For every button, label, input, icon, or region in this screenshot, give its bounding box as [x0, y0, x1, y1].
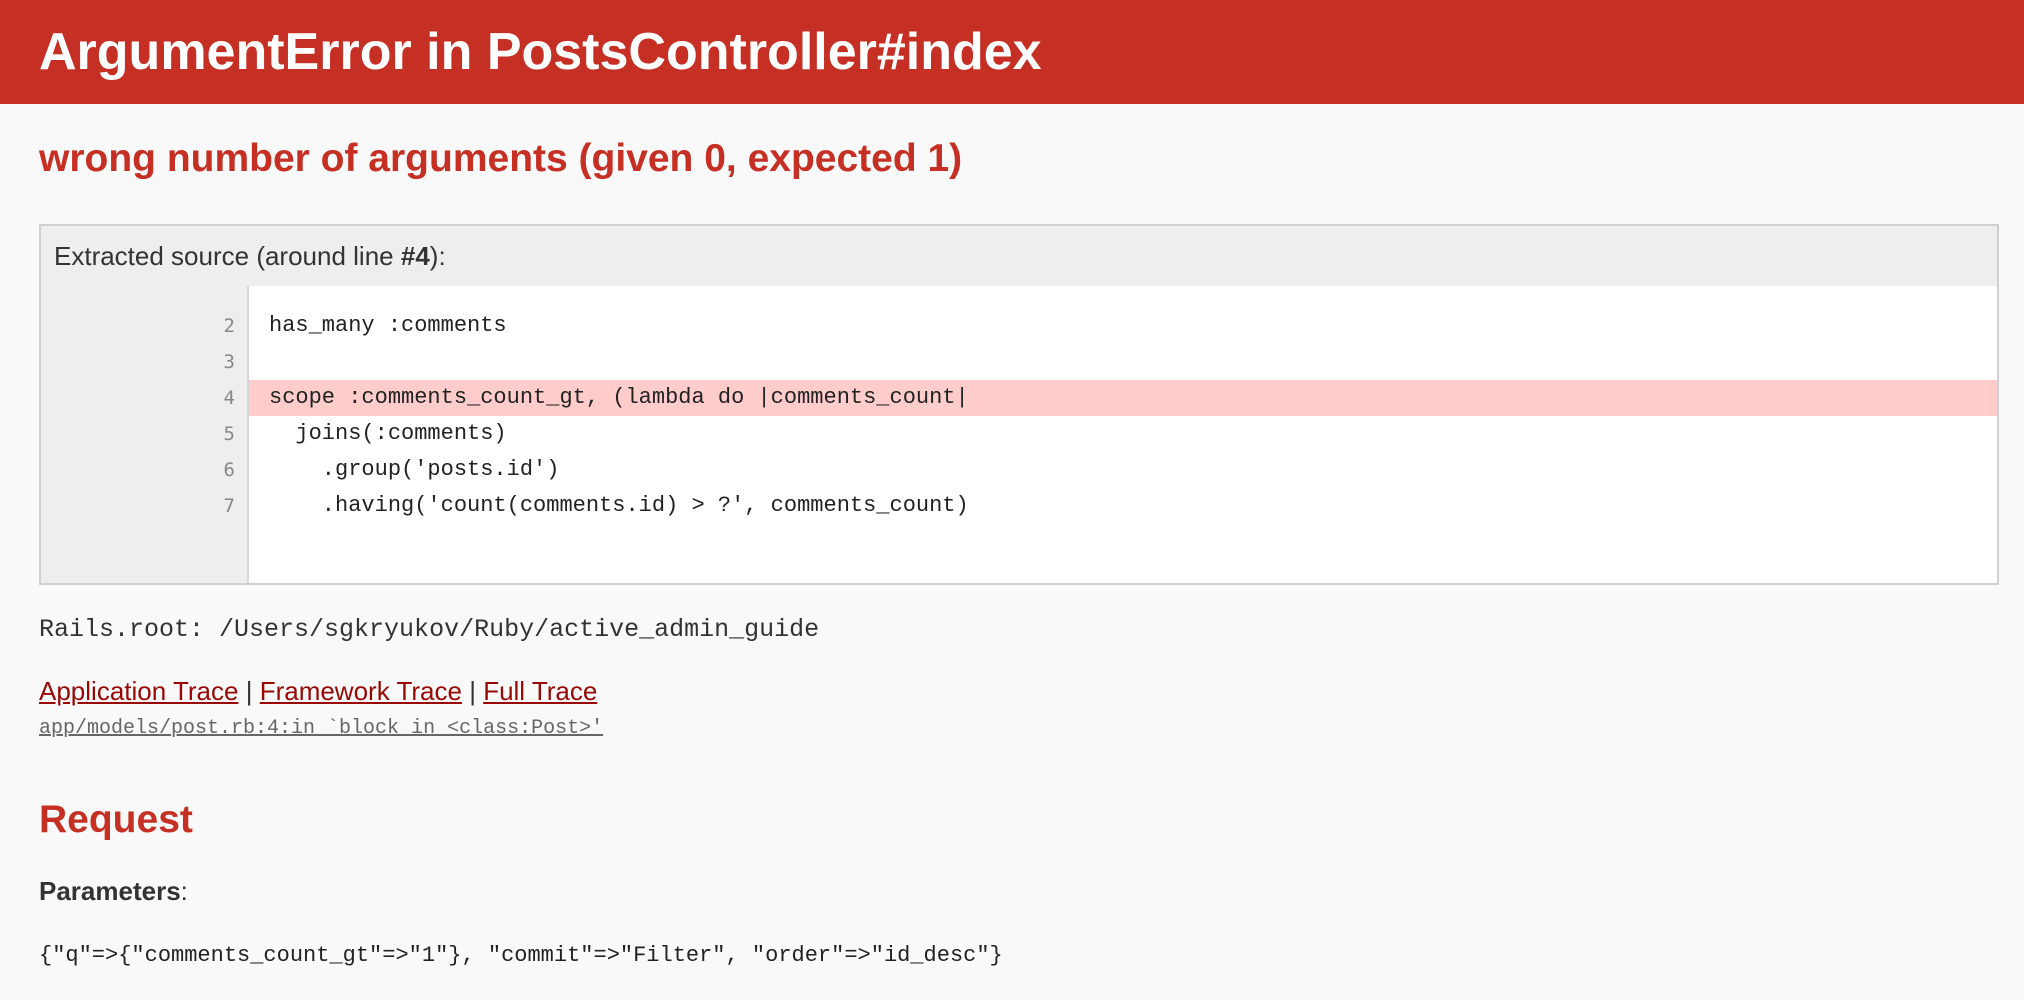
full-trace-link[interactable]: Full Trace [483, 676, 597, 706]
line-number: 6 [223, 459, 235, 481]
source-code-body: 2 3 4 5 6 7 has_many :comments scope :co… [41, 286, 1997, 583]
trace-item-link[interactable]: app/models/post.rb:4:in `block in <class… [39, 717, 603, 740]
code-lines: has_many :comments scope :comments_count… [249, 286, 1997, 583]
application-trace-link[interactable]: Application Trace [39, 676, 238, 706]
line-number: 4 [223, 387, 235, 409]
rails-root-path: Rails.root: /Users/sgkryukov/Ruby/active… [39, 615, 820, 644]
code-line-highlighted: scope :comments_count_gt, (lambda do |co… [249, 380, 1997, 416]
line-number: 5 [223, 423, 235, 445]
error-message: wrong number of arguments (given 0, expe… [39, 137, 963, 180]
line-number: 3 [223, 351, 235, 373]
line-number: 2 [223, 315, 235, 337]
trace-separator: | [245, 676, 253, 706]
caption-line-number: #4 [400, 241, 430, 271]
code-line: .having('count(comments.id) > ?', commen… [269, 493, 969, 518]
request-heading: Request [39, 798, 193, 841]
extracted-source-panel: Extracted source (around line #4): 2 3 4… [39, 224, 1999, 585]
main-content: wrong number of arguments (given 0, expe… [0, 104, 2024, 968]
parameters-label-text: Parameters [39, 876, 181, 906]
framework-trace-link[interactable]: Framework Trace [260, 676, 462, 706]
code-line: has_many :comments [269, 313, 507, 338]
code-line: joins(:comments) [269, 421, 507, 446]
trace-links: Application Trace | Framework Trace | Fu… [39, 676, 1985, 707]
page-title: ArgumentError in PostsController#index [39, 23, 1042, 81]
parameters-colon: : [180, 876, 188, 906]
line-number: 7 [223, 495, 235, 517]
parameters-value: {"q"=>{"comments_count_gt"=>"1"}, "commi… [39, 943, 1003, 968]
parameters-label: Parameters: [39, 876, 1985, 907]
caption-prefix: Extracted source (around line [54, 241, 401, 271]
code-line: .group('posts.id') [269, 457, 560, 482]
line-number-gutter: 2 3 4 5 6 7 [41, 286, 249, 583]
caption-suffix: ): [429, 241, 446, 271]
extracted-source-caption: Extracted source (around line #4): [41, 226, 1997, 286]
error-header: ArgumentError in PostsController#index [0, 0, 2024, 104]
trace-separator: | [469, 676, 476, 706]
